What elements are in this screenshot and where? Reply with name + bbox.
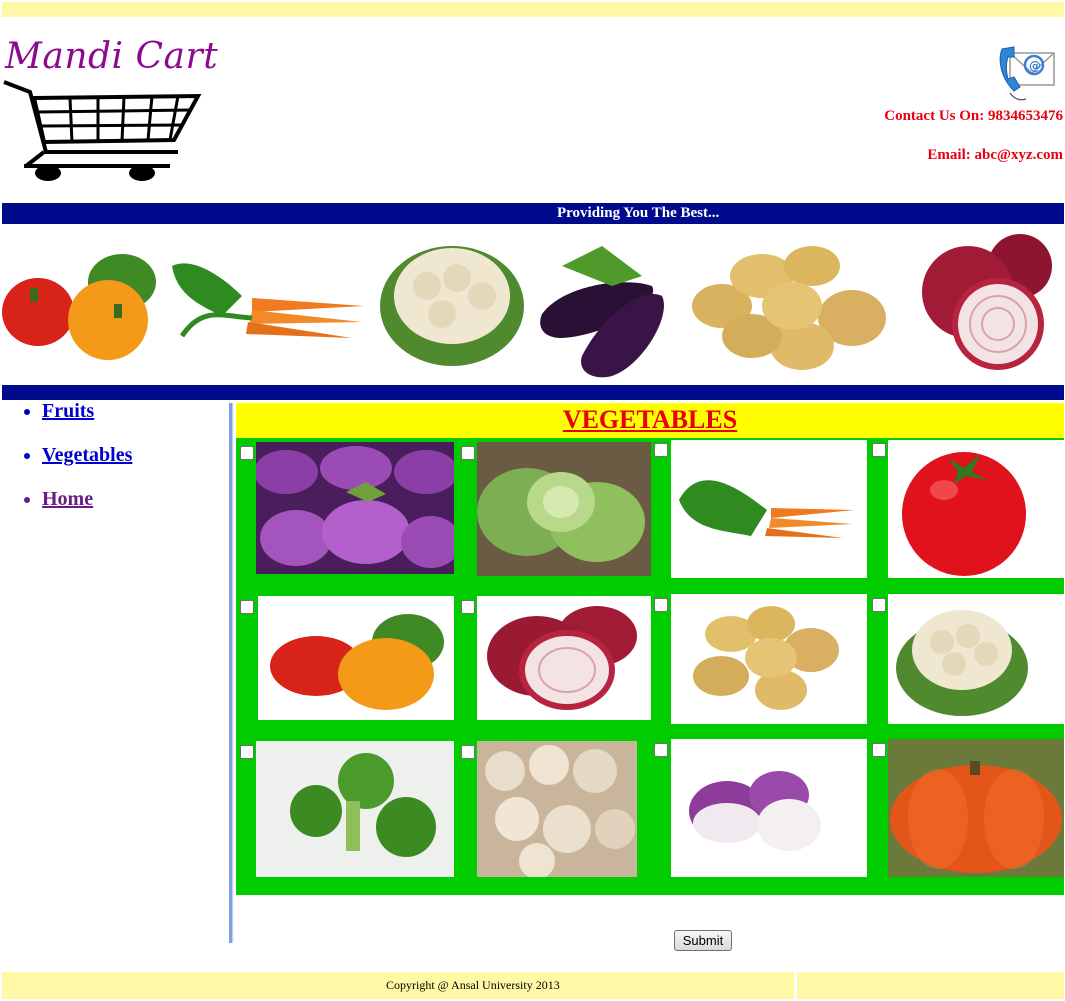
contact-phone: Contact Us On: 9834653476 [884, 108, 1063, 124]
product-checkbox-tomato[interactable] [872, 443, 886, 457]
nav-link-home[interactable]: Home [42, 488, 93, 510]
product-grid [236, 438, 1064, 895]
submit-button[interactable]: Submit [674, 930, 732, 951]
product-checkbox-bell-pepper[interactable] [240, 600, 254, 614]
nav-link-fruits[interactable]: Fruits [42, 400, 94, 422]
product-checkbox-potato[interactable] [654, 598, 668, 612]
product-checkbox-brinjal[interactable] [240, 446, 254, 460]
product-image-cauliflower [888, 594, 1064, 724]
product-checkbox-cabbage[interactable] [461, 446, 475, 460]
banner-peppers [2, 254, 156, 360]
nav-link-vegetables[interactable]: Vegetables [42, 444, 132, 466]
footer-bar: Copyright @ Ansal University 2013 [2, 972, 794, 999]
banner-onions [922, 234, 1052, 370]
nav-item-fruits: Fruits [42, 400, 228, 444]
product-image-pumpkin [888, 739, 1064, 877]
footer-bar-right [797, 972, 1064, 999]
nav-item-vegetables: Vegetables [42, 444, 228, 488]
svg-text:@: @ [1029, 59, 1041, 73]
section-heading-bar: VEGETABLES [236, 403, 1064, 438]
product-image-tomato [888, 440, 1064, 578]
product-image-carrot [671, 440, 867, 578]
site-title: Mandi Cart [5, 36, 219, 77]
product-checkbox-pumpkin[interactable] [872, 743, 886, 757]
phone-email-icon: @ [999, 46, 1055, 101]
nav-item-home: Home [42, 488, 228, 532]
nav-list: Fruits Vegetables Home [2, 400, 228, 532]
product-image-cabbage [477, 442, 651, 576]
banner-eggplants [540, 246, 664, 378]
product-checkbox-turnip[interactable] [654, 743, 668, 757]
product-checkbox-cauliflower[interactable] [872, 598, 886, 612]
product-checkbox-onion[interactable] [461, 600, 475, 614]
product-image-potato [671, 594, 867, 724]
product-image-bell-pepper [258, 596, 454, 720]
tagline-text: Providing You The Best... [557, 205, 720, 221]
top-strip [2, 2, 1064, 17]
banner-potatoes [692, 246, 886, 370]
footer-copyright: Copyright @ Ansal University 2013 [386, 978, 560, 992]
contact-email: Email: abc@xyz.com [927, 147, 1063, 163]
sidebar-nav: Fruits Vegetables Home [2, 400, 228, 945]
vegetable-banner-image [2, 226, 1064, 383]
product-checkbox-mushroom[interactable] [461, 745, 475, 759]
product-checkbox-carrot[interactable] [654, 443, 668, 457]
divider-bar [2, 385, 1064, 400]
banner-cauliflower [380, 246, 524, 366]
section-heading: VEGETABLES [562, 405, 738, 434]
product-image-onion [477, 596, 651, 720]
banner-carrots [172, 263, 364, 338]
product-checkbox-broccoli[interactable] [240, 745, 254, 759]
sidebar-divider [229, 403, 232, 943]
shopping-cart-logo [3, 80, 202, 181]
product-image-mushroom [477, 741, 637, 877]
product-image-broccoli [256, 741, 454, 877]
product-image-turnip [671, 739, 867, 877]
product-image-brinjal [256, 442, 454, 574]
tagline-bar: Providing You The Best... [2, 203, 1064, 224]
